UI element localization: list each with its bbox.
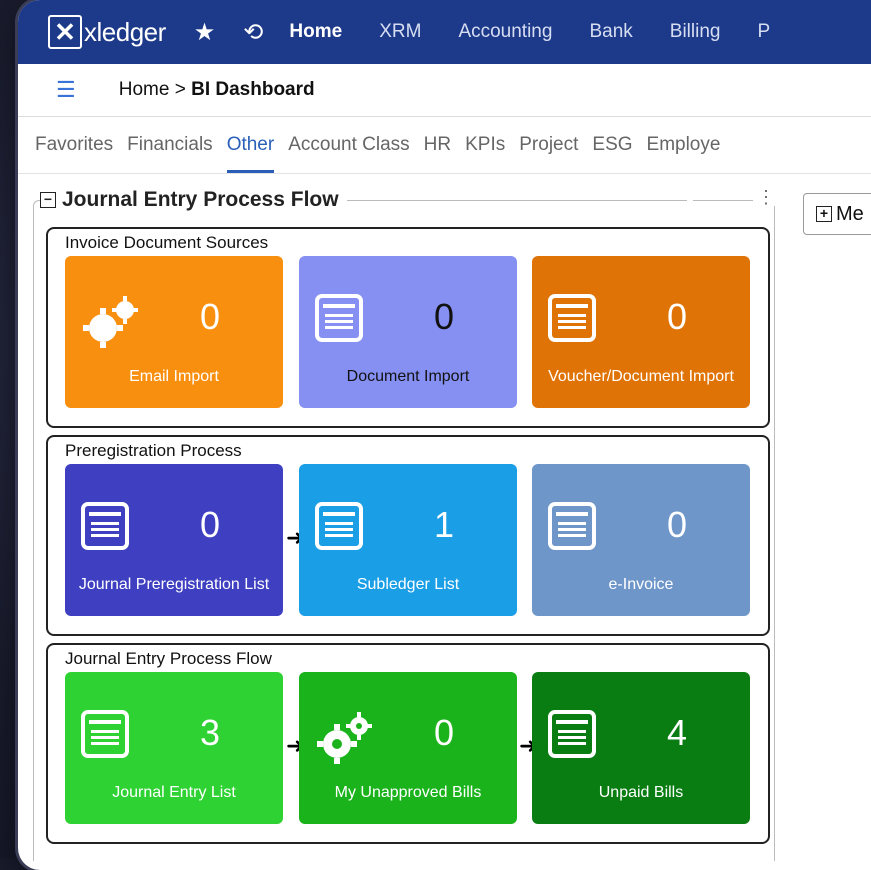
tab-other[interactable]: Other xyxy=(226,134,274,173)
section-title: Invoice Document Sources xyxy=(65,233,269,252)
tile-label: e-Invoice xyxy=(608,576,674,593)
tile-document-import[interactable]: 0 Document Import xyxy=(299,256,517,408)
tab-project[interactable]: Project xyxy=(519,134,578,156)
tile-value: 1 xyxy=(433,504,455,545)
xledger-logo[interactable]: ✕ xledger xyxy=(48,15,166,49)
widget-header: − Journal Entry Process Flow xyxy=(40,188,693,212)
tab-financials[interactable]: Financials xyxy=(127,134,213,156)
dashboard-tabs: Favorites Financials Other Account Class… xyxy=(18,117,871,174)
menu-button[interactable]: + Me xyxy=(803,193,871,235)
nav-item-accounting[interactable]: Accounting xyxy=(458,21,552,43)
section-title: Preregistration Process xyxy=(65,441,242,460)
tile-value: 4 xyxy=(666,712,688,753)
document-list-icon xyxy=(315,294,363,342)
nav-item-xrm[interactable]: XRM xyxy=(379,21,421,43)
tile-label: Document Import xyxy=(346,368,470,385)
header-rule xyxy=(346,199,687,201)
tile-label: Voucher/Document Import xyxy=(548,368,734,385)
widget-title: Journal Entry Process Flow xyxy=(62,188,339,211)
tab-account-class[interactable]: Account Class xyxy=(288,134,409,156)
tile-label: Unpaid Bills xyxy=(598,784,684,801)
favorites-star-icon[interactable]: ★ xyxy=(194,18,216,47)
top-navigation-bar: ✕ xledger ★ ⟲ Home XRM Accounting Bank B… xyxy=(18,0,871,64)
tile-value: 3 xyxy=(199,712,221,753)
tile-value: 0 xyxy=(666,296,688,337)
document-list-icon xyxy=(548,710,596,758)
tab-esg[interactable]: ESG xyxy=(592,134,632,156)
expand-icon: + xyxy=(816,206,832,222)
tile-value: 0 xyxy=(433,296,455,337)
logo-text: xledger xyxy=(84,16,166,47)
document-list-icon xyxy=(81,710,129,758)
tab-kpis[interactable]: KPIs xyxy=(465,134,505,156)
tile-value: 0 xyxy=(433,712,455,753)
tile-label: Subledger List xyxy=(356,576,460,593)
logo-mark-icon: ✕ xyxy=(48,15,82,49)
document-list-icon xyxy=(548,294,596,342)
tile-label: Email Import xyxy=(129,368,219,385)
breadcrumb-separator: > xyxy=(174,79,186,100)
nav-item-bank[interactable]: Bank xyxy=(589,21,632,43)
nav-item-home[interactable]: Home xyxy=(289,21,342,43)
history-icon[interactable]: ⟲ xyxy=(243,18,263,47)
section-title: Journal Entry Process Flow xyxy=(65,649,272,668)
tile-journal-entry-list[interactable]: 3 Journal Entry List xyxy=(65,672,283,824)
section-journal-entry-process-flow: Journal Entry Process Flow 3 Journal Ent… xyxy=(46,643,770,844)
breadcrumb-bar: ☰ Home > BI Dashboard xyxy=(18,64,871,117)
tile-voucher-document-import[interactable]: 0 Voucher/Document Import xyxy=(532,256,750,408)
nav-item-billing[interactable]: Billing xyxy=(670,21,721,43)
tab-favorites[interactable]: Favorites xyxy=(35,134,113,156)
breadcrumb: Home > BI Dashboard xyxy=(119,79,315,101)
collapse-icon[interactable]: − xyxy=(40,192,56,208)
tile-email-import[interactable]: 0 Email Import xyxy=(65,256,283,408)
hamburger-menu-icon[interactable]: ☰ xyxy=(56,77,76,103)
menu-button-label: Me xyxy=(836,202,864,225)
document-list-icon xyxy=(81,502,129,550)
nav-item-p[interactable]: P xyxy=(757,21,770,43)
gears-icon xyxy=(315,710,377,771)
tile-label: Journal Preregistration List xyxy=(78,576,270,593)
tile-label: My Unapproved Bills xyxy=(334,784,482,801)
tile-value: 0 xyxy=(199,296,221,337)
gears-icon xyxy=(81,294,143,355)
breadcrumb-current: BI Dashboard xyxy=(191,79,315,100)
tab-employee[interactable]: Employe xyxy=(647,134,721,156)
document-list-icon xyxy=(548,502,596,550)
tile-subledger-list[interactable]: 1 Subledger List xyxy=(299,464,517,616)
tile-my-unapproved-bills[interactable]: 0 My Unapproved Bills xyxy=(299,672,517,824)
tile-journal-preregistration-list[interactable]: 0 Journal Preregistration List xyxy=(65,464,283,616)
tile-unpaid-bills[interactable]: 4 Unpaid Bills xyxy=(532,672,750,824)
tab-hr[interactable]: HR xyxy=(424,134,451,156)
tile-e-invoice[interactable]: 0 e-Invoice xyxy=(532,464,750,616)
widget-options-icon[interactable]: ⋮ xyxy=(753,188,779,206)
tile-value: 0 xyxy=(666,504,688,545)
section-preregistration-process: Preregistration Process 0 Journal Prereg… xyxy=(46,435,770,636)
document-list-icon xyxy=(315,502,363,550)
app-window: ✕ xledger ★ ⟲ Home XRM Accounting Bank B… xyxy=(18,0,871,870)
breadcrumb-home[interactable]: Home xyxy=(119,79,170,100)
tile-label: Journal Entry List xyxy=(112,784,236,801)
section-invoice-document-sources: Invoice Document Sources 0 Email Import … xyxy=(46,227,770,428)
main-nav: Home XRM Accounting Bank Billing P xyxy=(289,21,807,43)
tile-value: 0 xyxy=(199,504,221,545)
